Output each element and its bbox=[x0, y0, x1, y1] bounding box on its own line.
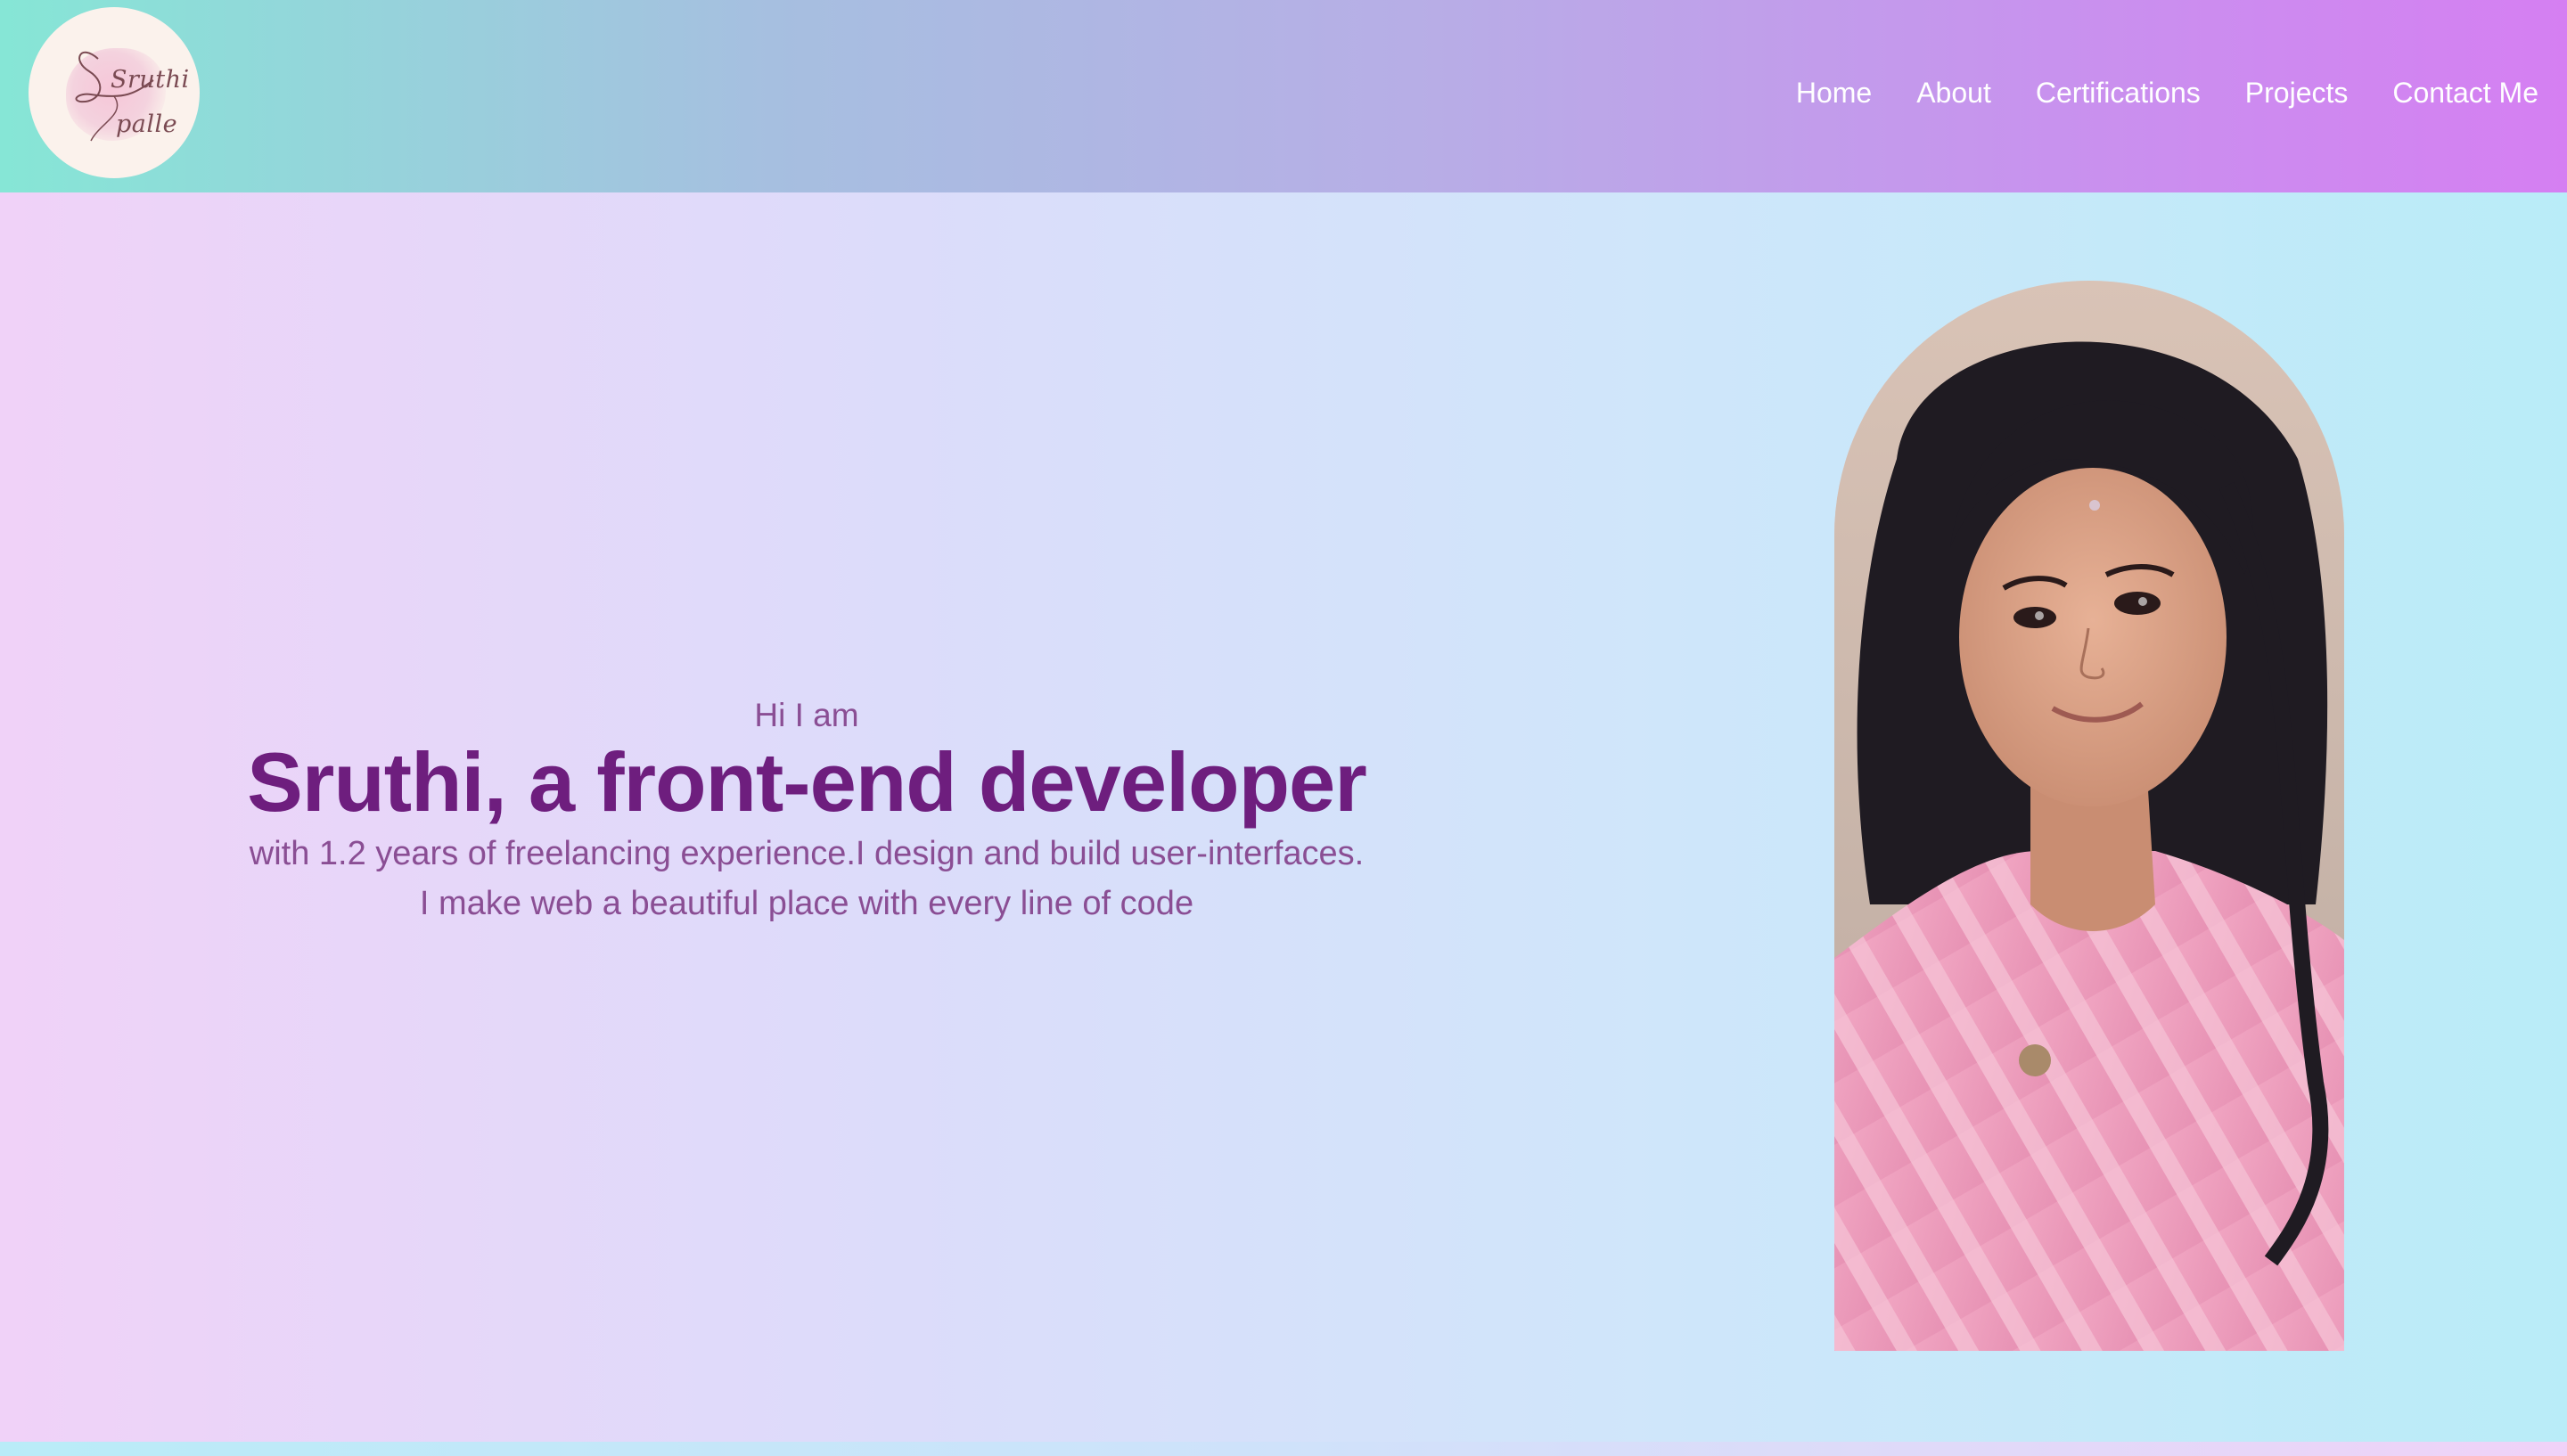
site-header: Sruthi palle Home About Certifications P… bbox=[0, 0, 2567, 192]
page: Sruthi palle Home About Certifications P… bbox=[0, 0, 2567, 1456]
nav-contact-me[interactable]: Contact Me bbox=[2392, 75, 2538, 110]
nav-home[interactable]: Home bbox=[1796, 75, 1872, 110]
hero-description-line-2: I make web a beautiful place with every … bbox=[419, 885, 1194, 922]
signature-logo[interactable]: Sruthi palle bbox=[29, 7, 200, 178]
nav-about[interactable]: About bbox=[1916, 75, 1991, 110]
logo-text-last: palle bbox=[116, 110, 178, 138]
hero-description-line-1: with 1.2 years of freelancing experience… bbox=[249, 835, 1365, 872]
logo-text-first: Sruthi bbox=[111, 66, 190, 94]
hero-title: Sruthi, a front-end developer bbox=[247, 735, 1367, 829]
hero-section: Hi I am Sruthi, a front-end developer wi… bbox=[178, 695, 1435, 928]
profile-photo bbox=[1834, 281, 2344, 1351]
bottom-strip bbox=[0, 1442, 2567, 1456]
profile-photo-icon bbox=[1834, 281, 2344, 1351]
nav-certifications[interactable]: Certifications bbox=[2036, 75, 2201, 110]
hero-intro: Hi I am bbox=[754, 697, 859, 733]
main-nav: Home About Certifications Projects Conta… bbox=[1796, 75, 2538, 110]
nav-projects[interactable]: Projects bbox=[2245, 75, 2349, 110]
